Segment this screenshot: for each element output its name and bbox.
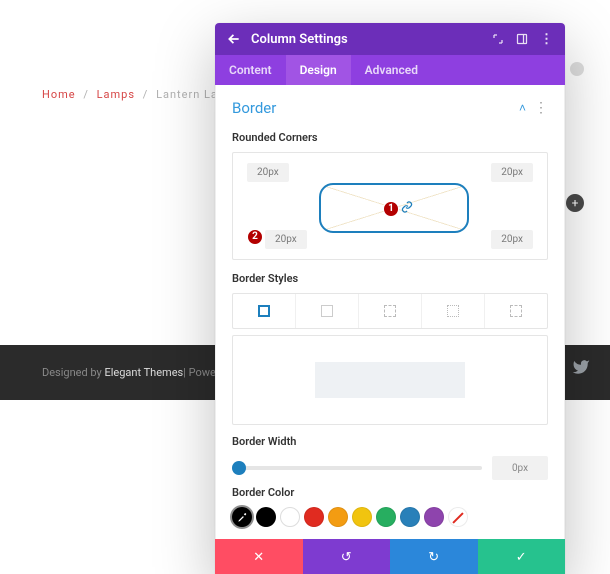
corner-tr-input[interactable]: 20px <box>491 163 533 182</box>
swatch-red[interactable] <box>304 507 324 527</box>
swatch-white[interactable] <box>280 507 300 527</box>
more-icon[interactable]: ⋮ <box>540 32 553 47</box>
swatch-none[interactable] <box>448 507 468 527</box>
tabs: Content Design Advanced <box>215 55 565 85</box>
breadcrumb-category[interactable]: Lamps <box>97 88 135 101</box>
border-style-preview <box>232 335 548 425</box>
back-icon[interactable] <box>227 32 241 46</box>
border-style-dotted[interactable] <box>422 294 485 328</box>
footer-prefix: Designed by <box>42 366 102 379</box>
swatch-green[interactable] <box>376 507 396 527</box>
corner-tl-input[interactable]: 20px <box>247 163 289 182</box>
border-width-input[interactable]: 0px <box>492 456 548 480</box>
swatch-blue[interactable] <box>400 507 420 527</box>
border-style-dashed[interactable] <box>359 294 422 328</box>
swatch-orange[interactable] <box>328 507 348 527</box>
undo-button[interactable]: ↺ <box>303 539 391 574</box>
redo-button[interactable]: ↻ <box>390 539 478 574</box>
section-header[interactable]: Border ˄ ⋮ <box>232 95 548 127</box>
swatch-yellow[interactable] <box>352 507 372 527</box>
modal-body: Border ˄ ⋮ Rounded Corners 20px 20px 20p… <box>215 85 565 539</box>
breadcrumb-home[interactable]: Home <box>42 88 76 101</box>
section-title: Border <box>232 99 276 117</box>
twitter-icon[interactable] <box>572 358 590 376</box>
border-styles-row <box>232 293 548 329</box>
chevron-up-icon[interactable]: ˄ <box>519 101 526 115</box>
cancel-button[interactable]: ✕ <box>215 539 303 574</box>
settings-modal: Column Settings ⋮ Content Design Advance… <box>215 23 565 574</box>
corner-bl-input[interactable]: 20px <box>265 230 307 249</box>
tab-content[interactable]: Content <box>215 55 286 85</box>
swatch-black[interactable] <box>256 507 276 527</box>
preview-rect <box>315 362 465 398</box>
breadcrumb-sep: / <box>83 88 89 101</box>
action-bar: ✕ ↺ ↻ ✓ <box>215 539 565 574</box>
callout-marker-2: 2 <box>247 229 263 245</box>
tab-design[interactable]: Design <box>286 55 351 85</box>
rounded-corners-control: 20px 20px 20px 20px 1 2 <box>232 152 548 260</box>
border-style-none[interactable] <box>296 294 359 328</box>
panel-icon[interactable] <box>516 33 528 45</box>
link-values-icon[interactable] <box>401 201 413 213</box>
border-width-control: 0px <box>232 456 548 480</box>
callout-marker-1: 1 <box>383 201 399 217</box>
section-more-icon[interactable]: ⋮ <box>534 100 548 116</box>
border-style-double[interactable] <box>485 294 547 328</box>
border-style-solid[interactable] <box>233 294 296 328</box>
footer-brand[interactable]: Elegant Themes <box>104 366 183 379</box>
breadcrumb: Home / Lamps / Lantern Lamp <box>42 88 236 101</box>
tab-advanced[interactable]: Advanced <box>351 55 432 85</box>
modal-title: Column Settings <box>251 32 348 47</box>
border-width-slider[interactable] <box>232 466 482 470</box>
add-section-button[interactable]: + <box>566 194 584 212</box>
confirm-button[interactable]: ✓ <box>478 539 566 574</box>
border-styles-label: Border Styles <box>232 272 548 285</box>
expand-icon[interactable] <box>492 33 504 45</box>
swatch-purple[interactable] <box>424 507 444 527</box>
slider-thumb[interactable] <box>232 461 246 475</box>
border-color-label: Border Color <box>232 486 548 499</box>
border-width-label: Border Width <box>232 435 548 448</box>
modal-header: Column Settings ⋮ <box>215 23 565 55</box>
color-swatches <box>232 507 548 535</box>
rounded-corners-label: Rounded Corners <box>232 131 548 144</box>
collapse-icon[interactable] <box>570 62 584 76</box>
breadcrumb-sep: / <box>143 88 149 101</box>
corner-br-input[interactable]: 20px <box>491 230 533 249</box>
eyedropper-button[interactable] <box>232 507 252 527</box>
